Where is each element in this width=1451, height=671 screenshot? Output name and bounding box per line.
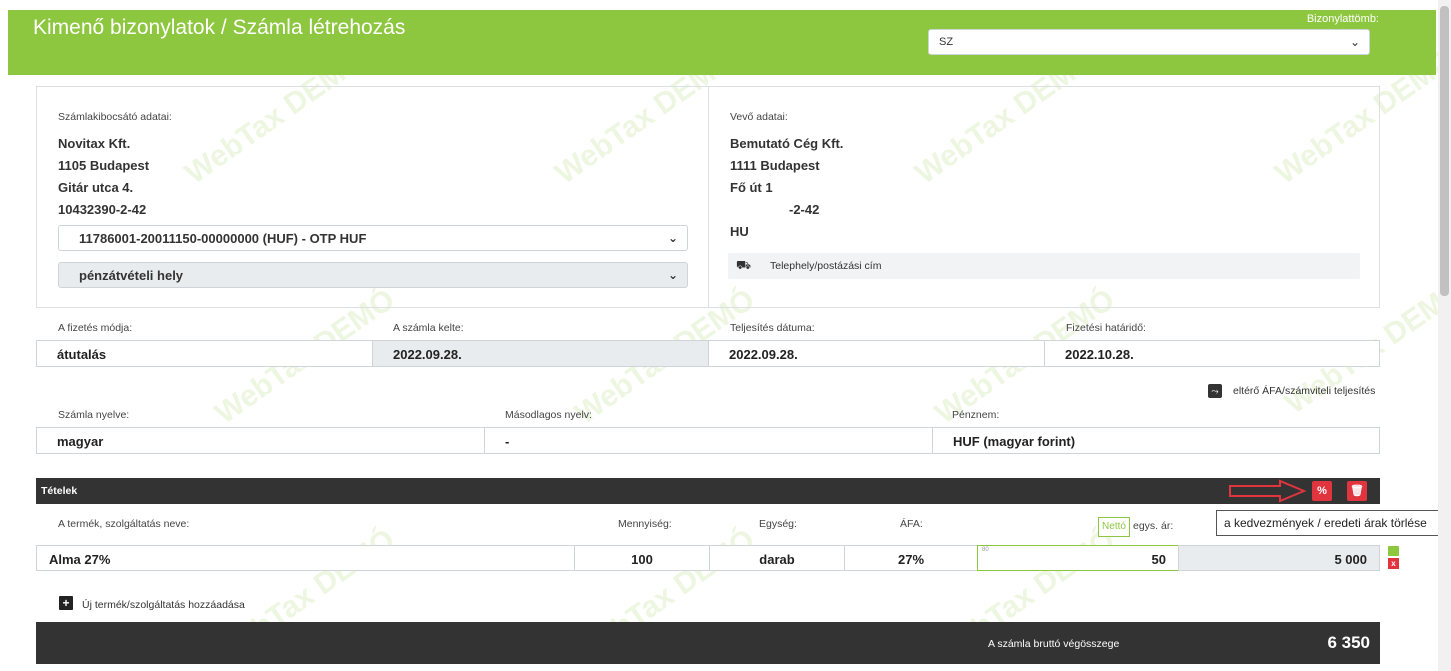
currency-select[interactable]: HUF (magyar forint)	[932, 427, 1380, 454]
col-quantity: Mennyiség:	[618, 518, 672, 530]
issue-date-label: A számla kelte:	[393, 322, 464, 334]
fulfilment-date-label: Teljesítés dátuma:	[730, 322, 815, 334]
chevron-down-icon: ⌄	[667, 231, 678, 245]
arrow-annotation	[1229, 479, 1307, 503]
col-vat: ÁFA:	[900, 518, 923, 530]
divider	[708, 86, 709, 308]
calculator-icon[interactable]	[1388, 546, 1399, 556]
truck-icon: ⛟	[736, 258, 752, 272]
bank-account-select[interactable]: 11786001-20011150-00000000 (HUF) - OTP H…	[58, 225, 688, 251]
payment-method-label: A fizetés módja:	[58, 322, 133, 334]
document-block-select[interactable]: SZ ⌄	[928, 29, 1370, 55]
product-name-input[interactable]: Alma 27%	[36, 545, 575, 571]
col-unit-price: egys. ár:	[1133, 520, 1174, 532]
language-select[interactable]: magyar	[36, 427, 485, 454]
total-label: A számla bruttó végösszege	[988, 638, 1120, 650]
page-title: Kimenő bizonylatok / Számla létrehozás	[33, 16, 406, 39]
trash-icon[interactable]: 🗑	[1347, 481, 1367, 501]
add-item-link[interactable]: Új termék/szolgáltatás hozzáadása	[82, 599, 245, 611]
col-unit: Egység:	[759, 518, 797, 530]
items-title: Tételek	[41, 485, 78, 497]
vat-select[interactable]: 27%	[844, 545, 978, 571]
chevron-down-icon: ⌄	[667, 268, 678, 282]
due-date-field[interactable]: 2022.10.28.	[1044, 340, 1380, 367]
buyer-country: HU	[730, 224, 749, 239]
cash-place-select[interactable]: pénzátvételi hely ⌄	[58, 262, 688, 288]
language-label: Számla nyelve:	[58, 409, 130, 421]
site-address-label: Telephely/postázási cím	[770, 260, 882, 272]
quantity-input[interactable]: 100	[574, 545, 710, 571]
total-bar: A számla bruttó végösszege 6 350	[36, 622, 1380, 664]
seller-label: Számlakibocsátó adatai:	[58, 111, 172, 123]
line-total: 5 000	[1178, 545, 1380, 571]
unit-price-input[interactable]: 80 50	[977, 545, 1179, 571]
cash-place-value: pénzátvételi hely	[79, 268, 184, 283]
total-value: 6 350	[1327, 633, 1370, 652]
items-header: Tételek % 🗑	[36, 478, 1380, 504]
seller-city: 1105 Budapest	[58, 158, 150, 173]
due-date-label: Fizetési határidő:	[1066, 322, 1146, 334]
issue-date-field[interactable]: 2022.09.28.	[372, 340, 709, 367]
col-product-name: A termék, szolgáltatás neve:	[58, 518, 190, 530]
unit-input[interactable]: darab	[709, 545, 845, 571]
delete-row-icon[interactable]: x	[1388, 558, 1399, 569]
plus-icon[interactable]: +	[59, 596, 73, 610]
buyer-tax-number: -2-42	[789, 202, 820, 217]
seller-street: Gitár utca 4.	[58, 180, 134, 195]
document-block-value: SZ	[939, 36, 954, 48]
scrollbar-thumb[interactable]	[1440, 6, 1449, 296]
currency-label: Pénznem:	[952, 409, 1000, 421]
second-language-select[interactable]: -	[484, 427, 933, 454]
tooltip: a kedvezmények / eredeti árak törlése	[1216, 510, 1444, 536]
bank-account-value: 11786001-20011150-00000000 (HUF) - OTP H…	[79, 231, 367, 246]
buyer-city: 1111 Budapest	[730, 158, 820, 173]
chevron-down-icon: ⌄	[1349, 35, 1360, 49]
shuffle-icon[interactable]: ⤳	[1208, 384, 1222, 398]
second-language-label: Másodlagos nyelv:	[505, 409, 592, 421]
netto-toggle-button[interactable]: Nettó	[1098, 517, 1130, 537]
buyer-label: Vevő adatai:	[730, 111, 788, 123]
payment-method-field[interactable]: átutalás	[36, 340, 373, 367]
site-address-button[interactable]: ⛟ Telephely/postázási cím	[728, 253, 1360, 279]
original-price-hint: 80	[982, 547, 989, 553]
scrollbar[interactable]	[1438, 0, 1451, 671]
unit-price-value: 50	[1151, 552, 1166, 567]
buyer-name: Bemutató Cég Kft.	[730, 136, 844, 151]
seller-name: Novitax Kft.	[58, 136, 131, 151]
seller-tax-number: 10432390-2-42	[58, 202, 147, 217]
document-block-label: Bizonylattömb:	[1306, 13, 1379, 25]
discount-reset-button[interactable]: %	[1312, 481, 1332, 501]
vat-toggle-label[interactable]: eltérő ÁFA/számviteli teljesítés	[1233, 385, 1375, 397]
buyer-street: Fő út 1	[730, 180, 773, 195]
fulfilment-date-field[interactable]: 2022.09.28.	[708, 340, 1045, 367]
